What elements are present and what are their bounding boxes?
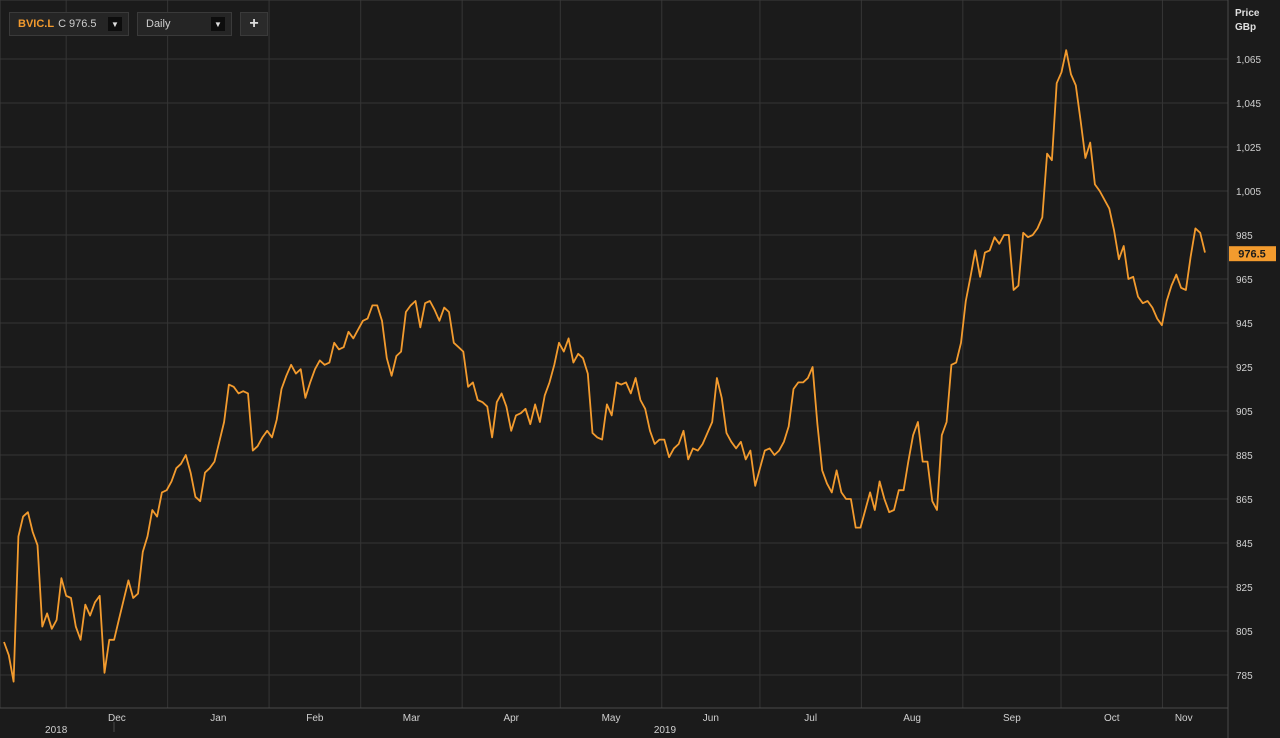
x-tick-label: Jun — [703, 713, 719, 724]
y-tick-label: 825 — [1236, 583, 1253, 594]
x-tick-label: Aug — [903, 713, 921, 724]
chart-background — [0, 0, 1280, 738]
year-label: 2019 — [654, 725, 677, 736]
y-tick-label: 925 — [1236, 363, 1253, 374]
last-value-marker: 976.5 — [1229, 246, 1276, 262]
x-tick-label: Sep — [1003, 713, 1021, 724]
y-tick-label: 1,005 — [1236, 187, 1261, 198]
x-tick-label: Feb — [306, 713, 324, 724]
y-tick-label: 1,065 — [1236, 55, 1261, 66]
last-value-label: 976.5 — [1238, 249, 1266, 261]
price-chart[interactable]: 785 805 825 845 865 885 905 925 945 965 985 1,005 1,… — [0, 0, 1280, 738]
x-tick-label: Oct — [1104, 713, 1120, 724]
y-axis-title-price: Price — [1235, 8, 1260, 19]
y-tick-label: 905 — [1236, 407, 1253, 418]
y-tick-label: 1,025 — [1236, 143, 1261, 154]
y-tick-label: 865 — [1236, 495, 1253, 506]
chart-window: 785 805 825 845 865 885 905 925 945 965 985 1,005 1,… — [0, 0, 1280, 738]
chevron-down-icon[interactable]: ▼ — [108, 17, 122, 31]
interval-selector[interactable]: Daily ▼ — [137, 12, 232, 36]
instrument-selector[interactable]: BVIC.L C 976.5 ▼ — [9, 12, 129, 36]
y-tick-label: 885 — [1236, 451, 1253, 462]
x-tick-label: Apr — [503, 713, 519, 724]
y-tick-label: 785 — [1236, 671, 1253, 682]
x-tick-label: Dec — [108, 713, 126, 724]
chart-toolbar: BVIC.L C 976.5 ▼ Daily ▼ + — [9, 12, 268, 36]
x-tick-label: Mar — [403, 713, 421, 724]
y-tick-label: 845 — [1236, 539, 1253, 550]
y-axis-title-unit: GBp — [1235, 22, 1256, 33]
instrument-code: BVIC.L — [18, 18, 55, 30]
y-tick-label: 965 — [1236, 275, 1253, 286]
y-tick-label: 985 — [1236, 231, 1253, 242]
y-tick-label: 805 — [1236, 627, 1253, 638]
y-tick-label: 1,045 — [1236, 99, 1261, 110]
y-tick-label: 945 — [1236, 319, 1253, 330]
chevron-down-icon[interactable]: ▼ — [211, 17, 225, 31]
x-tick-label: Jul — [804, 713, 817, 724]
x-tick-label: Jan — [210, 713, 226, 724]
year-label: 2018 — [45, 725, 68, 736]
close-value: 976.5 — [69, 18, 97, 30]
x-tick-label: Nov — [1175, 713, 1193, 724]
x-tick-label: May — [602, 713, 621, 724]
close-prefix: C — [58, 18, 67, 30]
add-symbol-button[interactable]: + — [240, 12, 268, 36]
interval-value: Daily — [146, 18, 171, 30]
